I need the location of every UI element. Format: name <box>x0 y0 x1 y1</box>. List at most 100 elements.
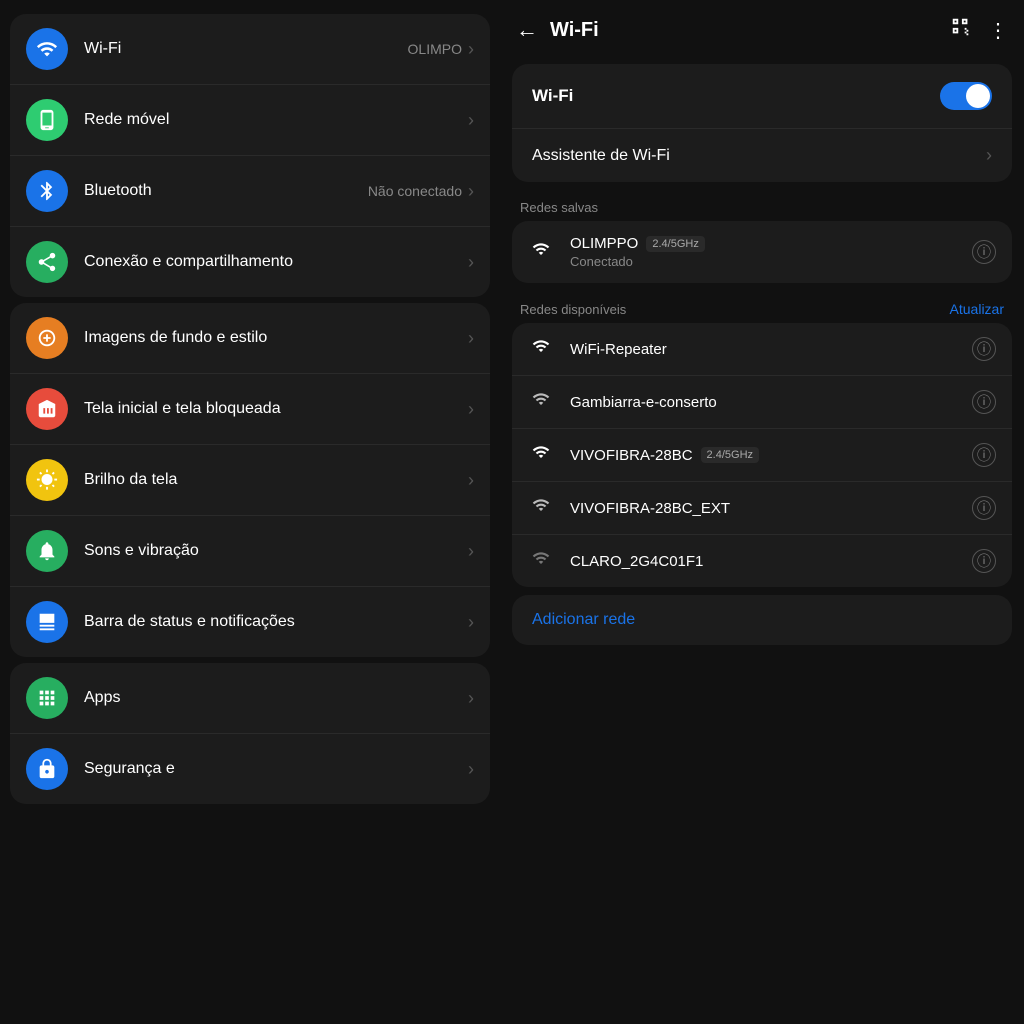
security-item[interactable]: Segurança e › <box>10 734 490 804</box>
bluetooth-icon <box>26 170 68 212</box>
wifi-icon <box>26 28 68 70</box>
apps-icon <box>26 677 68 719</box>
network-info-1: Gambiarra-e-conserto <box>570 394 972 411</box>
security-text: Segurança e <box>84 759 468 780</box>
apps-chevron: › <box>468 688 474 709</box>
network-name-3: VIVOFIBRA-28BC_EXT <box>570 500 972 517</box>
sound-chevron: › <box>468 541 474 562</box>
wallpaper-chevron: › <box>468 328 474 349</box>
wifi-toggle-row: Wi-Fi <box>512 64 1012 129</box>
network-name-2: VIVOFIBRA-28BC 2.4/5GHz <box>570 447 972 464</box>
wifi-panel: ← Wi-Fi ⋮ Wi-Fi Assistente de Wi-Fi › <box>500 0 1024 1024</box>
wifi-toggle-label: Wi-Fi <box>532 86 940 106</box>
network-info-0: WiFi-Repeater <box>570 341 972 358</box>
statusbar-icon <box>26 601 68 643</box>
security-title: Segurança e <box>84 759 468 780</box>
brightness-chevron: › <box>468 470 474 491</box>
wifi-item[interactable]: Wi-Fi OLIMPO › <box>10 14 490 85</box>
saved-network-name: OLIMPPO 2.4/5GHz <box>570 235 972 252</box>
saved-network-info-icon[interactable]: ⓘ <box>972 240 996 264</box>
bluetooth-value: Não conectado <box>368 183 462 199</box>
more-options-icon[interactable]: ⋮ <box>988 18 1008 43</box>
wifi-text: Wi-Fi <box>84 39 408 60</box>
network-row-1[interactable]: Gambiarra-e-conserto ⓘ <box>512 376 1012 429</box>
available-header: Redes disponíveis Atualizar <box>512 291 1012 323</box>
brightness-item[interactable]: Brilho da tela › <box>10 445 490 516</box>
network-info-icon-3[interactable]: ⓘ <box>972 496 996 520</box>
bluetooth-chevron: › <box>468 181 474 202</box>
saved-network-row[interactable]: OLIMPPO 2.4/5GHz Conectado ⓘ <box>512 221 1012 283</box>
network-info-icon-2[interactable]: ⓘ <box>972 443 996 467</box>
homescreen-item[interactable]: Tela inicial e tela bloqueada › <box>10 374 490 445</box>
network-info-icon-4[interactable]: ⓘ <box>972 549 996 573</box>
wifi-assistant-label: Assistente de Wi-Fi <box>532 147 986 165</box>
settings-panel: Wi-Fi OLIMPO › Rede móvel › Bl <box>0 0 500 1024</box>
saved-networks-card: OLIMPPO 2.4/5GHz Conectado ⓘ <box>512 221 1012 283</box>
toggle-knob <box>966 84 990 108</box>
available-networks-card: WiFi-Repeater ⓘ Gambiarra-e-conserto ⓘ <box>512 323 1012 587</box>
add-network-label: Adicionar rede <box>532 611 635 628</box>
saved-section-label: Redes salvas <box>512 190 1012 221</box>
connection-chevron: › <box>468 252 474 273</box>
assistant-chevron: › <box>986 145 992 166</box>
homescreen-icon <box>26 388 68 430</box>
wifi-signal-icon-3 <box>528 496 554 520</box>
refresh-button[interactable]: Atualizar <box>950 301 1004 317</box>
qr-code-icon[interactable] <box>950 16 972 44</box>
network-info-icon-0[interactable]: ⓘ <box>972 337 996 361</box>
connection-text: Conexão e compartilhamento <box>84 252 468 273</box>
network-name-0: WiFi-Repeater <box>570 341 972 358</box>
statusbar-text: Barra de status e notificações <box>84 612 468 633</box>
security-icon <box>26 748 68 790</box>
wallpaper-icon <box>26 317 68 359</box>
network-info-4: CLARO_2G4C01F1 <box>570 553 972 570</box>
connectivity-group: Wi-Fi OLIMPO › Rede móvel › Bl <box>10 14 490 297</box>
connection-title: Conexão e compartilhamento <box>84 252 468 273</box>
wifi-title: Wi-Fi <box>84 39 408 60</box>
statusbar-item[interactable]: Barra de status e notificações › <box>10 587 490 657</box>
connection-item[interactable]: Conexão e compartilhamento › <box>10 227 490 297</box>
add-network-row[interactable]: Adicionar rede <box>512 595 1012 645</box>
apps-title: Apps <box>84 688 468 709</box>
header-icons: ⋮ <box>950 16 1008 44</box>
back-button[interactable]: ← <box>516 17 538 43</box>
mobile-text: Rede móvel <box>84 110 468 131</box>
available-section-label: Redes disponíveis <box>520 302 950 317</box>
saved-network-status: Conectado <box>570 254 972 269</box>
wifi-value: OLIMPO <box>408 41 462 57</box>
add-network-card: Adicionar rede <box>512 595 1012 645</box>
wallpaper-text: Imagens de fundo e estilo <box>84 328 468 349</box>
statusbar-chevron: › <box>468 612 474 633</box>
wifi-assistant-row[interactable]: Assistente de Wi-Fi › <box>512 129 1012 182</box>
wifi-header: ← Wi-Fi ⋮ <box>500 0 1024 56</box>
sound-text: Sons e vibração <box>84 541 468 562</box>
bluetooth-title: Bluetooth <box>84 181 368 202</box>
sound-item[interactable]: Sons e vibração › <box>10 516 490 587</box>
network-row-0[interactable]: WiFi-Repeater ⓘ <box>512 323 1012 376</box>
network-row-4[interactable]: CLARO_2G4C01F1 ⓘ <box>512 535 1012 587</box>
sound-title: Sons e vibração <box>84 541 468 562</box>
wallpaper-item[interactable]: Imagens de fundo e estilo › <box>10 303 490 374</box>
homescreen-text: Tela inicial e tela bloqueada <box>84 399 468 420</box>
saved-wifi-signal-icon <box>528 240 554 264</box>
statusbar-title: Barra de status e notificações <box>84 612 468 633</box>
display-group: Imagens de fundo e estilo › Tela inicial… <box>10 303 490 657</box>
network-info-icon-1[interactable]: ⓘ <box>972 390 996 414</box>
network-info-2: VIVOFIBRA-28BC 2.4/5GHz <box>570 447 972 464</box>
vivofibra-band-badge: 2.4/5GHz <box>701 447 759 463</box>
mobile-item[interactable]: Rede móvel › <box>10 85 490 156</box>
network-row-3[interactable]: VIVOFIBRA-28BC_EXT ⓘ <box>512 482 1012 535</box>
saved-network-info: OLIMPPO 2.4/5GHz Conectado <box>570 235 972 269</box>
wifi-signal-icon-4 <box>528 549 554 573</box>
wifi-content: Wi-Fi Assistente de Wi-Fi › Redes salvas <box>500 56 1024 1024</box>
mobile-icon <box>26 99 68 141</box>
brightness-text: Brilho da tela <box>84 470 468 491</box>
apps-item[interactable]: Apps › <box>10 663 490 734</box>
network-name-1: Gambiarra-e-conserto <box>570 394 972 411</box>
network-row-2[interactable]: VIVOFIBRA-28BC 2.4/5GHz ⓘ <box>512 429 1012 482</box>
wifi-signal-icon-1 <box>528 390 554 414</box>
mobile-title: Rede móvel <box>84 110 468 131</box>
wifi-toggle-switch[interactable] <box>940 82 992 110</box>
bluetooth-item[interactable]: Bluetooth Não conectado › <box>10 156 490 227</box>
wifi-chevron: › <box>468 39 474 60</box>
